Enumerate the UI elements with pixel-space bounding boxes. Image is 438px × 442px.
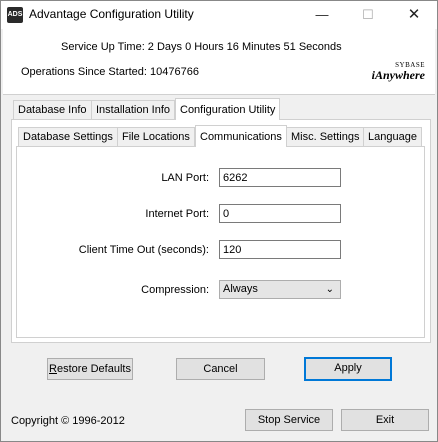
exit-button[interactable]: Exit [341, 409, 429, 431]
restore-defaults-button[interactable]: Restore Defaults [47, 358, 133, 380]
internet-port-label: Internet Port: [145, 208, 209, 220]
tab-language[interactable]: Language [363, 127, 422, 147]
cancel-button[interactable]: Cancel [176, 358, 265, 380]
maximize-button: ☐ [362, 7, 374, 22]
tab-configuration-utility[interactable]: Configuration Utility [175, 98, 281, 120]
logo-big-text: iAnywhere [371, 68, 425, 82]
client-timeout-input[interactable]: 120 [219, 240, 341, 259]
title-bar[interactable]: ADS Advantage Configuration Utility — ☐ … [1, 1, 437, 29]
status-header: Service Up Time: 2 Days 0 Hours 16 Minut… [3, 29, 435, 95]
app-icon: ADS [7, 7, 23, 23]
tab-database-settings[interactable]: Database Settings [18, 127, 118, 147]
communications-panel: LAN Port: 6262 Internet Port: 0 Client T… [16, 146, 425, 338]
app-window: ADS Advantage Configuration Utility — ☐ … [0, 0, 438, 442]
tab-misc-settings[interactable]: Misc. Settings [286, 127, 365, 147]
chevron-down-icon: ⌄ [325, 284, 334, 295]
tab-installation-info[interactable]: Installation Info [91, 100, 175, 120]
lan-port-input[interactable]: 6262 [219, 168, 341, 187]
operations-text: Operations Since Started: 10476766 [21, 66, 199, 78]
internet-port-input[interactable]: 0 [219, 204, 341, 223]
compression-label: Compression: [141, 284, 209, 296]
sybase-logo: SYBASE iAnywhere [353, 61, 425, 83]
minimize-button[interactable]: — [299, 1, 345, 29]
restore-label: estore Defaults [56, 363, 131, 375]
tab-communications[interactable]: Communications [195, 125, 287, 147]
compression-select[interactable]: Always ⌄ [219, 280, 341, 299]
window-title: Advantage Configuration Utility [29, 7, 194, 21]
client-timeout-label: Client Time Out (seconds): [78, 244, 209, 256]
compression-value: Always [223, 283, 258, 295]
apply-button[interactable]: Apply [304, 357, 392, 381]
configuration-panel: Database Settings File Locations Communi… [11, 119, 431, 343]
lan-port-label: LAN Port: [161, 172, 209, 184]
tab-database-info[interactable]: Database Info [13, 100, 92, 120]
copyright-text: Copyright © 1996-2012 [11, 415, 125, 427]
tab-file-locations[interactable]: File Locations [117, 127, 195, 147]
stop-service-button[interactable]: Stop Service [245, 409, 333, 431]
uptime-text: Service Up Time: 2 Days 0 Hours 16 Minut… [61, 41, 342, 53]
close-button[interactable]: ✕ [391, 1, 437, 29]
restore-mnemonic: R [49, 363, 57, 375]
